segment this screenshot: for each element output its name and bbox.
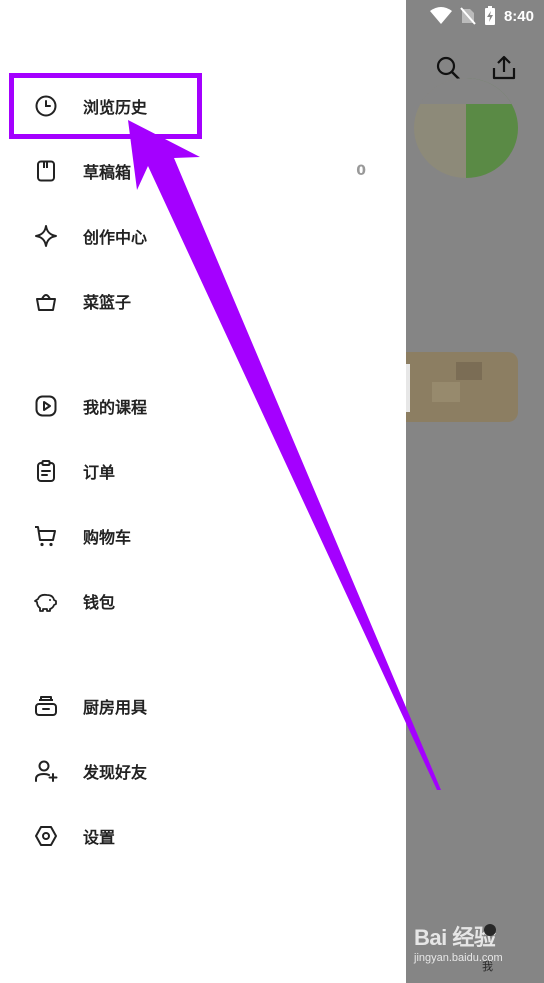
wifi-icon <box>429 7 452 24</box>
blurred-card <box>406 352 518 422</box>
profile-tab-icon[interactable] <box>484 924 496 936</box>
clipboard-icon <box>37 460 55 482</box>
menu-label: 发现好友 <box>83 763 148 782</box>
baidu-jingyan-watermark: Bai 经验 jingyan.baidu.com 我 <box>414 920 503 973</box>
menu-label: 我的课程 <box>83 398 148 417</box>
drafts-count-badge: 0 <box>356 163 366 179</box>
draft-box-icon <box>37 160 55 182</box>
annotation-highlight-box <box>9 73 202 139</box>
no-sim-icon <box>460 7 476 25</box>
menu-label: 钱包 <box>83 593 116 612</box>
cookware-icon <box>35 696 57 716</box>
menu-label: 草稿箱 <box>83 163 132 182</box>
menu-item-find-friends[interactable]: 发现好友 <box>0 743 406 799</box>
menu-item-settings[interactable]: 设置 <box>0 808 406 864</box>
menu-label: 订单 <box>83 463 116 482</box>
battery-charging-icon <box>484 6 495 25</box>
hexagon-gear-icon <box>35 826 57 846</box>
menu-item-cart[interactable]: 购物车 <box>0 508 406 564</box>
menu-item-basket[interactable]: 菜篮子 <box>0 273 406 329</box>
menu-item-drafts[interactable]: 草稿箱 0 <box>0 143 406 199</box>
menu-label: 菜篮子 <box>83 293 132 312</box>
menu-label: 购物车 <box>83 528 132 547</box>
menu-item-orders[interactable]: 订单 <box>0 443 406 499</box>
menu-label: 厨房用具 <box>83 698 148 717</box>
piggy-bank-icon <box>34 593 57 612</box>
sparkle-icon <box>35 225 57 247</box>
add-user-icon <box>35 760 58 782</box>
menu-item-my-courses[interactable]: 我的课程 <box>0 378 406 434</box>
menu-label: 创作中心 <box>83 228 148 247</box>
basket-icon <box>36 294 56 311</box>
clock-time: 8:40 <box>503 7 534 25</box>
menu-item-kitchenware[interactable]: 厨房用具 <box>0 678 406 734</box>
cart-icon <box>35 526 56 547</box>
menu-label: 设置 <box>83 828 116 847</box>
menu-item-creator-center[interactable]: 创作中心 <box>0 208 406 264</box>
menu-item-wallet[interactable]: 钱包 <box>0 573 406 629</box>
navigation-drawer: 浏览历史 草稿箱 0 创作中心 菜篮子 我的课程 订单 购物车 钱包 厨房用具 … <box>0 0 406 983</box>
status-bar: 8:40 <box>429 6 534 26</box>
profile-tab-label[interactable]: 我 <box>482 958 493 974</box>
play-icon <box>35 395 57 417</box>
blurred-avatar <box>414 78 518 178</box>
